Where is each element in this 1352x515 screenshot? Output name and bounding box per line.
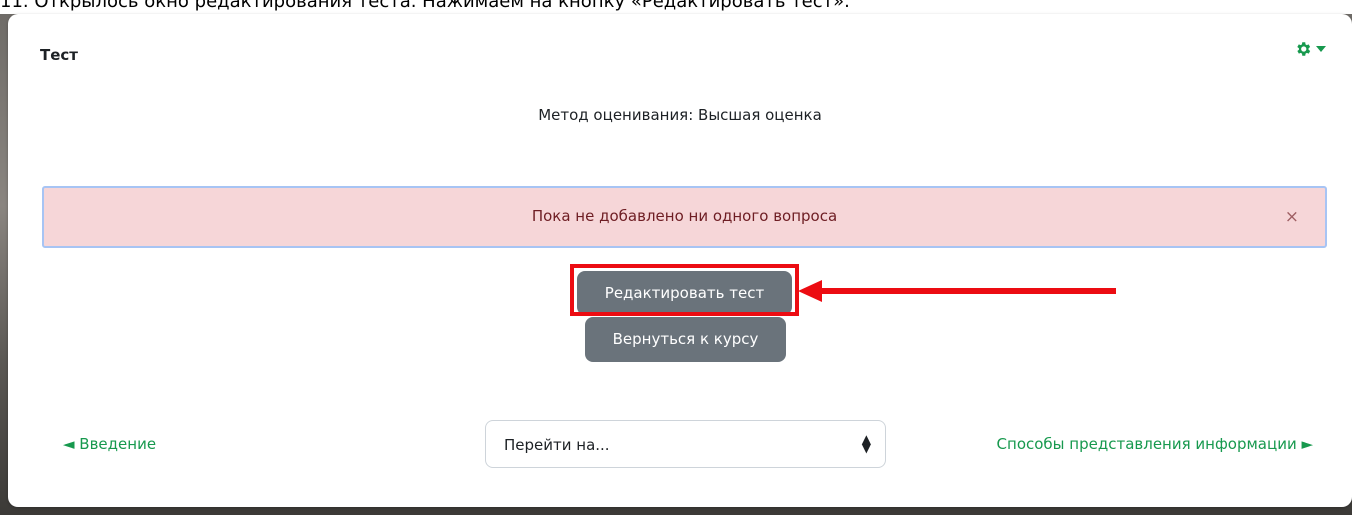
caret-down-icon	[1316, 46, 1326, 52]
close-icon[interactable]: ×	[1285, 207, 1299, 227]
jump-to-label: Перейти на...	[504, 436, 610, 454]
back-to-course-button[interactable]: Вернуться к курсу	[585, 317, 786, 362]
gear-icon	[1297, 42, 1311, 56]
alert-message: Пока не добавлено ни одного вопроса	[531, 207, 838, 225]
grading-method: Метод оценивания: Высшая оценка	[538, 106, 822, 124]
caption-text: 11. Открылось окно редактирования теста.…	[0, 0, 850, 12]
page-title: Тест	[40, 46, 78, 64]
no-questions-alert: Пока не добавлено ни одного вопроса ×	[42, 186, 1327, 248]
jump-to-select[interactable]: Перейти на... ▲ ▼	[485, 420, 886, 468]
arrow-left-icon	[798, 280, 1116, 302]
next-activity-link[interactable]: Способы представления информации ►	[997, 435, 1313, 453]
quiz-card: Тест Метод оценивания: Высшая оценка Пок…	[8, 14, 1352, 507]
select-arrows-icon: ▲ ▼	[861, 432, 871, 455]
prev-activity-link[interactable]: ◄ Введение	[63, 435, 156, 453]
edit-quiz-button[interactable]: Редактировать тест	[577, 271, 792, 315]
document-caption: 11. Открылось окно редактирования теста.…	[0, 0, 1352, 14]
settings-menu[interactable]	[1294, 40, 1326, 58]
